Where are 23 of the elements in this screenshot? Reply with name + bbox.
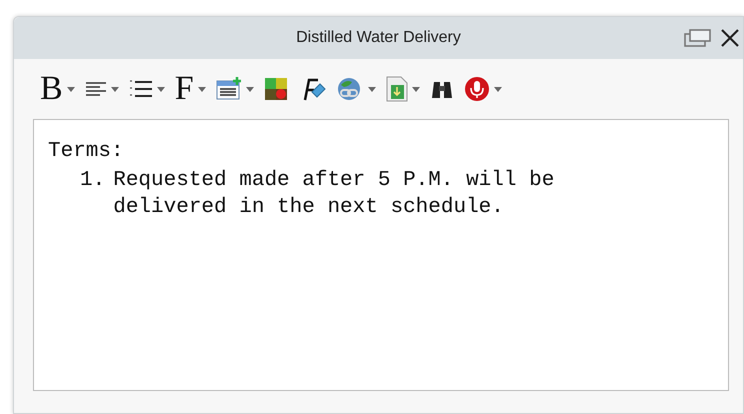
- close-icon[interactable]: [720, 28, 740, 48]
- microphone-icon[interactable]: [464, 76, 490, 102]
- heading-text: Terms:: [48, 139, 125, 165]
- caret-icon[interactable]: [66, 86, 75, 92]
- caret-icon[interactable]: [412, 86, 420, 92]
- align-icon[interactable]: [84, 80, 107, 98]
- caret-icon[interactable]: [246, 86, 254, 92]
- caret-icon[interactable]: [494, 86, 502, 92]
- document-icon[interactable]: [386, 76, 408, 102]
- restore-icon[interactable]: [684, 28, 712, 48]
- list-number: 1.: [80, 168, 106, 194]
- caret-icon[interactable]: [156, 86, 165, 92]
- text-editor[interactable]: Terms: 1. Requested made after 5 P.M. will be delivered in the next schedule.: [33, 119, 729, 391]
- caret-icon[interactable]: [198, 86, 206, 92]
- table-icon[interactable]: [216, 77, 242, 101]
- list-item-text: Requested made after 5 P.M. will be delivered in the next schedule.: [113, 168, 556, 221]
- toolbar-button[interactable]: F: [174, 72, 194, 106]
- caret-icon[interactable]: [368, 86, 376, 92]
- toolbar-button[interactable]: B: [40, 72, 63, 106]
- numbered-list-icon[interactable]: [128, 79, 153, 99]
- color-palette-icon[interactable]: [264, 77, 288, 101]
- window-title: Distilled Water Delivery: [296, 29, 461, 47]
- caret-icon[interactable]: [110, 86, 119, 92]
